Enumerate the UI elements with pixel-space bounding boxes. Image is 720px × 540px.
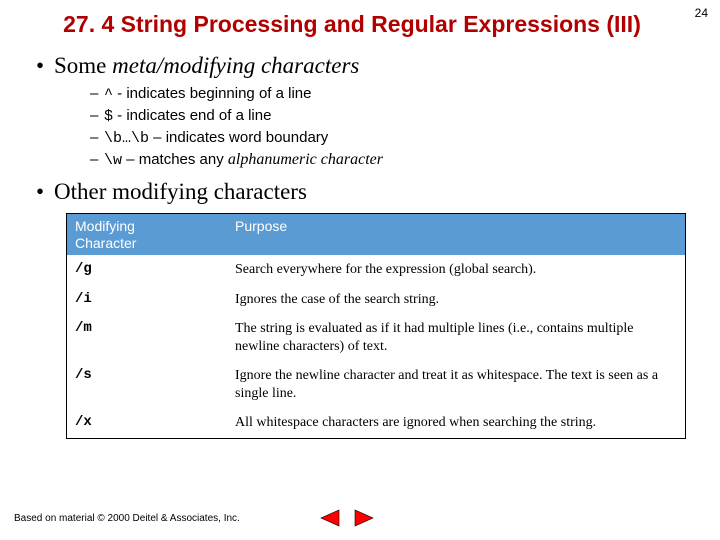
bullet-dot: • bbox=[36, 179, 54, 205]
nav-buttons bbox=[318, 508, 376, 528]
table-row: /s Ignore the newline character and trea… bbox=[67, 361, 685, 408]
cell-flag: /s bbox=[67, 361, 227, 408]
slide: 24 27. 4 String Processing and Regular E… bbox=[0, 0, 720, 540]
triangle-right-icon bbox=[353, 509, 375, 527]
cell-purpose: Search everywhere for the expression (gl… bbox=[227, 255, 685, 285]
table-row: /m The string is evaluated as if it had … bbox=[67, 314, 685, 361]
sub-text-em: alphanumeric character bbox=[228, 151, 383, 168]
sub-text: - indicates end of a line bbox=[113, 107, 271, 124]
bullet-dot: • bbox=[36, 53, 54, 79]
next-button[interactable] bbox=[352, 508, 376, 528]
sub-dash: – bbox=[90, 129, 104, 146]
code-caret: ^ bbox=[104, 86, 113, 103]
sub-item: –\b…\b – indicates word boundary bbox=[90, 129, 692, 147]
code-dollar: $ bbox=[104, 108, 113, 125]
bullet-meta-chars: •Some meta/modifying characters bbox=[36, 53, 692, 79]
cell-purpose: The string is evaluated as if it had mul… bbox=[227, 314, 685, 361]
table-row: /x All whitespace characters are ignored… bbox=[67, 408, 685, 438]
prev-button[interactable] bbox=[318, 508, 342, 528]
bullet-text-prefix: Some bbox=[54, 53, 112, 78]
sub-dash: – bbox=[90, 107, 104, 124]
sub-item: –$ - indicates end of a line bbox=[90, 107, 692, 125]
sub-item: –\w – matches any alphanumeric character bbox=[90, 151, 692, 169]
sub-text: - indicates beginning of a line bbox=[113, 85, 311, 102]
sub-dash: – bbox=[90, 85, 104, 102]
code-wordbound: \b…\b bbox=[104, 130, 149, 147]
sub-dash: – bbox=[90, 151, 104, 168]
th-line2: Character bbox=[75, 235, 136, 251]
cell-flag: /i bbox=[67, 285, 227, 315]
th-modifying-character: Modifying Character bbox=[67, 214, 227, 256]
cell-purpose: Ignores the case of the search string. bbox=[227, 285, 685, 315]
page-number: 24 bbox=[695, 6, 708, 20]
code-wordchar: \w bbox=[104, 152, 122, 169]
bullet-other-chars: •Other modifying characters bbox=[36, 179, 692, 205]
sub-text: – indicates word boundary bbox=[149, 129, 328, 146]
th-purpose: Purpose bbox=[227, 214, 685, 256]
table-header: Modifying Character Purpose bbox=[67, 214, 685, 256]
footer-credit: Based on material © 2000 Deitel & Associ… bbox=[14, 513, 240, 524]
modifiers-table: Modifying Character Purpose /g Search ev… bbox=[66, 213, 686, 439]
bullet-text: Other modifying characters bbox=[54, 179, 307, 204]
cell-flag: /g bbox=[67, 255, 227, 285]
sub-text-prefix: – matches any bbox=[122, 151, 228, 168]
cell-purpose: All whitespace characters are ignored wh… bbox=[227, 408, 685, 438]
table-row: /i Ignores the case of the search string… bbox=[67, 285, 685, 315]
cell-flag: /m bbox=[67, 314, 227, 361]
bullet-text-em: meta/modifying characters bbox=[112, 53, 359, 78]
th-line1: Modifying bbox=[75, 218, 135, 234]
cell-flag: /x bbox=[67, 408, 227, 438]
cell-purpose: Ignore the newline character and treat i… bbox=[227, 361, 685, 408]
slide-title: 27. 4 String Processing and Regular Expr… bbox=[36, 10, 668, 39]
table-row: /g Search everywhere for the expression … bbox=[67, 255, 685, 285]
sub-item: –^ - indicates beginning of a line bbox=[90, 85, 692, 103]
triangle-left-icon bbox=[319, 509, 341, 527]
